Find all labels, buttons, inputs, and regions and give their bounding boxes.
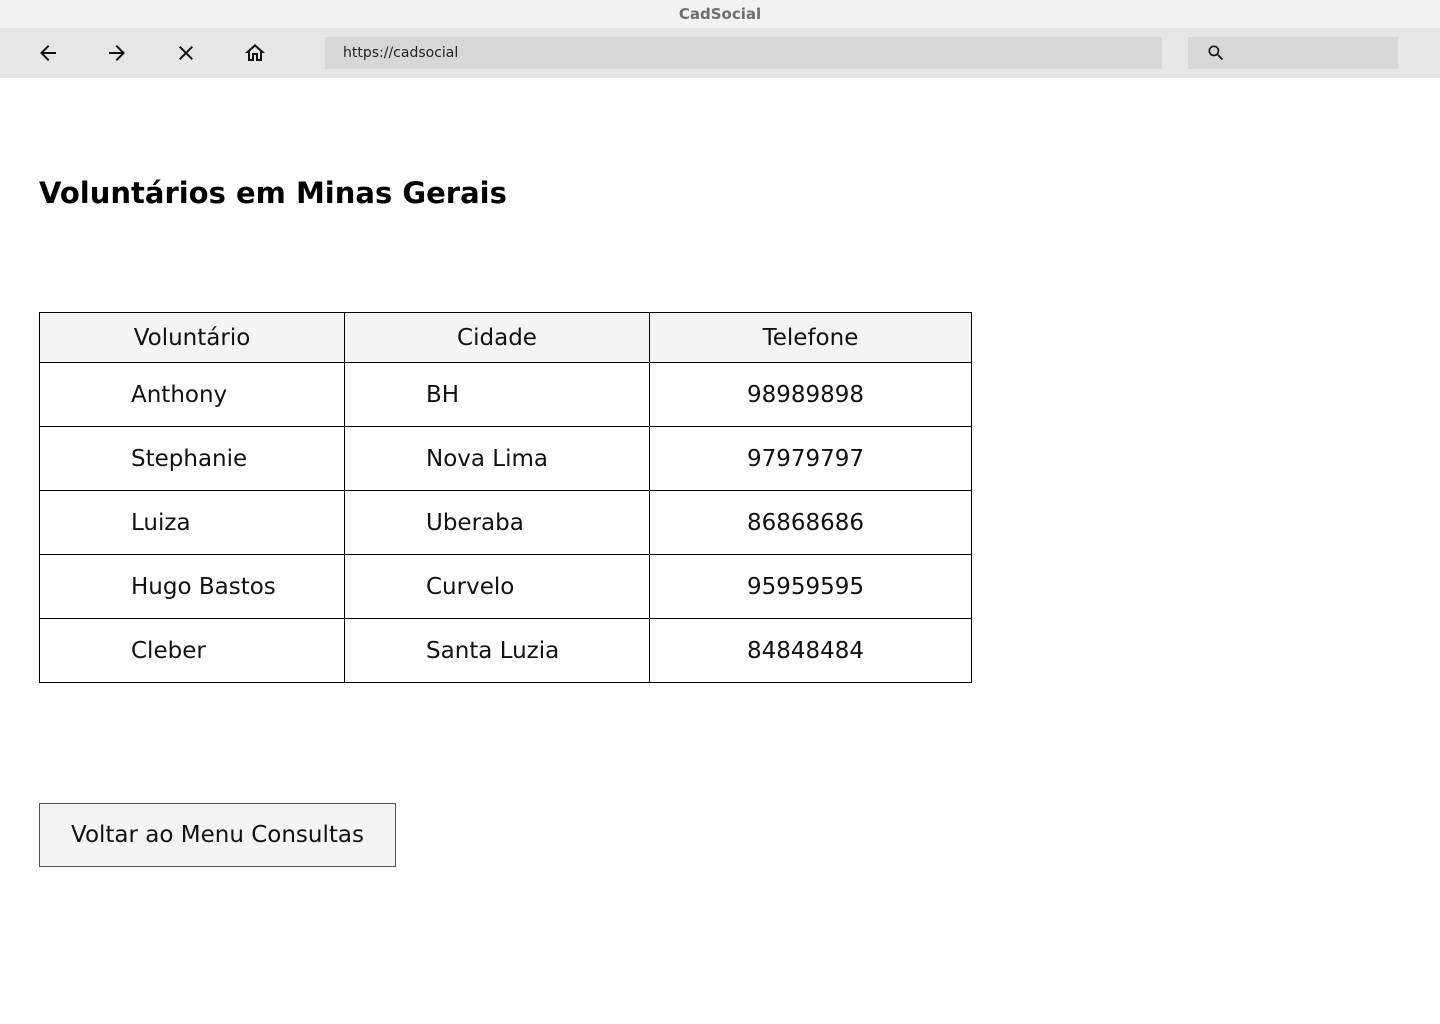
- cell-volunteer: Anthony: [39, 362, 345, 427]
- arrow-back-icon: [40, 45, 56, 61]
- cell-volunteer: Luiza: [39, 490, 345, 555]
- close-icon: [179, 46, 193, 60]
- cell-city: Curvelo: [344, 554, 650, 619]
- table-row: Anthony BH 98989898: [39, 362, 972, 427]
- forward-button[interactable]: [102, 38, 132, 68]
- stop-button[interactable]: [171, 38, 201, 68]
- column-header-city: Cidade: [344, 312, 650, 363]
- back-button[interactable]: [33, 38, 63, 68]
- cell-city: Uberaba: [344, 490, 650, 555]
- cell-volunteer: Stephanie: [39, 426, 345, 491]
- arrow-forward-icon: [109, 45, 125, 61]
- search-input[interactable]: [1232, 37, 1392, 69]
- home-icon: [245, 44, 265, 61]
- cell-phone: 97979797: [649, 426, 972, 491]
- search-field[interactable]: [1188, 37, 1398, 69]
- page-title: Voluntários em Minas Gerais: [39, 176, 507, 210]
- column-header-volunteer: Voluntário: [39, 312, 345, 363]
- browser-toolbar: [0, 28, 1440, 78]
- cell-phone: 98989898: [649, 362, 972, 427]
- url-input[interactable]: [325, 37, 1162, 69]
- search-icon: [1208, 45, 1224, 61]
- volunteers-table: Voluntário Cidade Telefone Anthony BH 98…: [39, 312, 972, 683]
- window-title: CadSocial: [678, 5, 762, 23]
- cell-phone: 84848484: [649, 618, 972, 683]
- cell-phone: 86868686: [649, 490, 972, 555]
- table-row: Luiza Uberaba 86868686: [39, 490, 972, 555]
- cell-volunteer: Cleber: [39, 618, 345, 683]
- cell-phone: 95959595: [649, 554, 972, 619]
- cell-city: Nova Lima: [344, 426, 650, 491]
- cell-volunteer: Hugo Bastos: [39, 554, 345, 619]
- cell-city: Santa Luzia: [344, 618, 650, 683]
- column-header-phone: Telefone: [649, 312, 972, 363]
- table-row: Stephanie Nova Lima 97979797: [39, 426, 972, 491]
- home-button[interactable]: [240, 38, 270, 68]
- table-row: Hugo Bastos Curvelo 95959595: [39, 554, 972, 619]
- back-to-menu-button[interactable]: Voltar ao Menu Consultas: [39, 803, 396, 867]
- table-row: Cleber Santa Luzia 84848484: [39, 618, 972, 683]
- table-header-row: Voluntário Cidade Telefone: [39, 312, 972, 363]
- window-titlebar: CadSocial: [0, 0, 1440, 28]
- cell-city: BH: [344, 362, 650, 427]
